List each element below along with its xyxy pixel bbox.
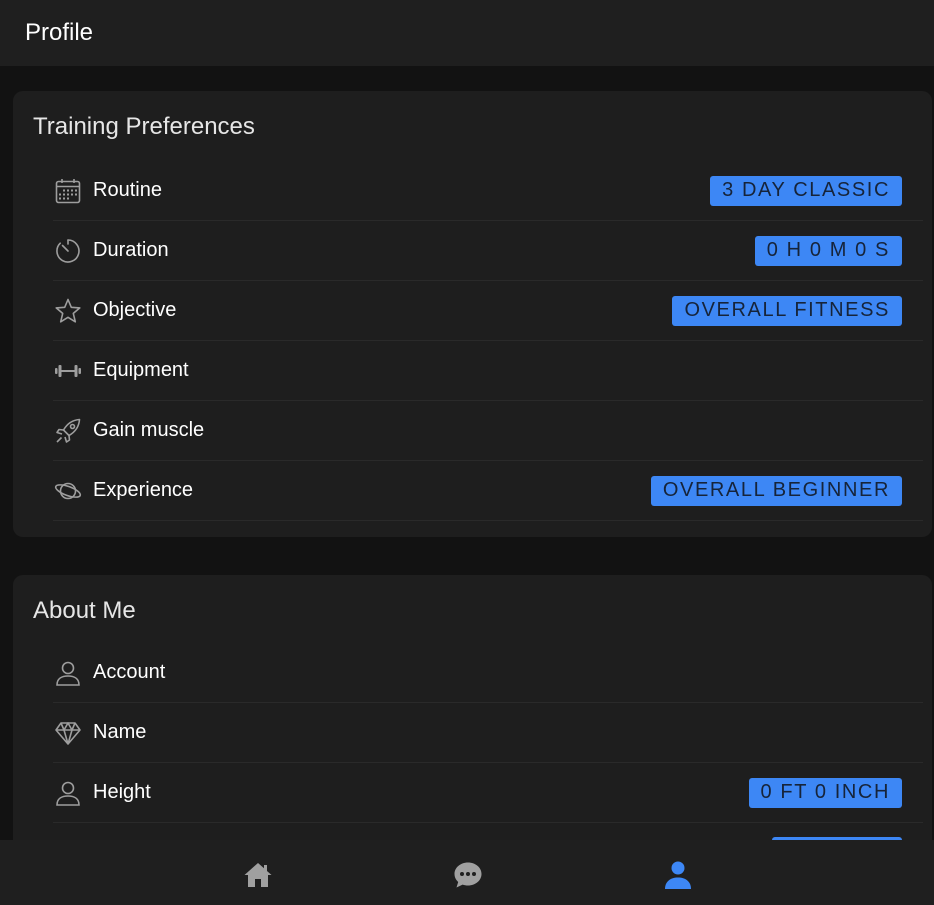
star-icon	[53, 296, 83, 326]
list-item-gain-muscle[interactable]: Gain muscle	[53, 401, 923, 461]
chat-icon	[454, 862, 482, 888]
experience-label: Experience	[93, 479, 194, 501]
list-item-objective[interactable]: Objective OVERALL FITNESS	[53, 281, 923, 341]
training-preferences-card: Training Preferences Routine 3 DAY CLASS…	[13, 91, 932, 537]
duration-label: Duration	[93, 239, 169, 261]
rocket-icon	[53, 416, 83, 446]
height-label: Height	[93, 781, 151, 803]
user-icon	[53, 658, 83, 688]
timer-icon	[53, 236, 83, 266]
equipment-label: Equipment	[93, 359, 189, 381]
list-item-account[interactable]: Account	[53, 643, 923, 703]
bottom-navigation	[0, 840, 934, 905]
about-me-list: Account Name Height 0 FT 0 INCH	[53, 643, 923, 840]
objective-value-chip[interactable]: OVERALL FITNESS	[672, 295, 902, 326]
duration-value-chip[interactable]: 0 H 0 M 0 S	[754, 235, 902, 266]
list-item-next-partial[interactable]	[53, 823, 923, 840]
account-label: Account	[93, 661, 166, 683]
about-me-title: About Me	[33, 597, 136, 624]
objective-label: Objective	[93, 299, 177, 321]
list-item-name[interactable]: Name	[53, 703, 923, 763]
user-icon	[53, 778, 83, 808]
height-value-chip[interactable]: 0 FT 0 INCH	[748, 777, 902, 808]
nav-chat-button[interactable]	[452, 859, 484, 891]
dumbbell-icon	[53, 356, 83, 386]
nav-home-button[interactable]	[242, 859, 274, 891]
list-item-duration[interactable]: Duration 0 H 0 M 0 S	[53, 221, 923, 281]
app-root: Profile Training Preferences Routine 3 D…	[0, 0, 934, 905]
routine-label: Routine	[93, 179, 162, 201]
list-item-experience[interactable]: Experience OVERALL BEGINNER	[53, 461, 923, 521]
nav-profile-button[interactable]	[662, 859, 694, 891]
calendar-icon	[53, 176, 83, 206]
list-item-height[interactable]: Height 0 FT 0 INCH	[53, 763, 923, 823]
profile-scroll-area[interactable]: Training Preferences Routine 3 DAY CLASS…	[0, 66, 934, 840]
name-label: Name	[93, 721, 147, 743]
diamond-icon	[53, 718, 83, 748]
routine-value-chip[interactable]: 3 DAY CLASSIC	[710, 175, 902, 206]
experience-value-chip[interactable]: OVERALL BEGINNER	[650, 475, 902, 506]
top-app-bar: Profile	[0, 0, 934, 66]
gain-muscle-label: Gain muscle	[93, 419, 205, 441]
list-item-equipment[interactable]: Equipment	[53, 341, 923, 401]
planet-icon	[53, 476, 83, 506]
home-icon	[244, 863, 272, 887]
profile-icon	[665, 861, 691, 889]
list-item-routine[interactable]: Routine 3 DAY CLASSIC	[53, 161, 923, 221]
training-preferences-list: Routine 3 DAY CLASSIC Duration 0 H 0 M 0…	[53, 161, 923, 521]
about-me-card: About Me Account Name Height 0 FT 0 INCH	[13, 575, 932, 840]
training-preferences-title: Training Preferences	[33, 113, 255, 140]
page-title: Profile	[25, 19, 94, 46]
